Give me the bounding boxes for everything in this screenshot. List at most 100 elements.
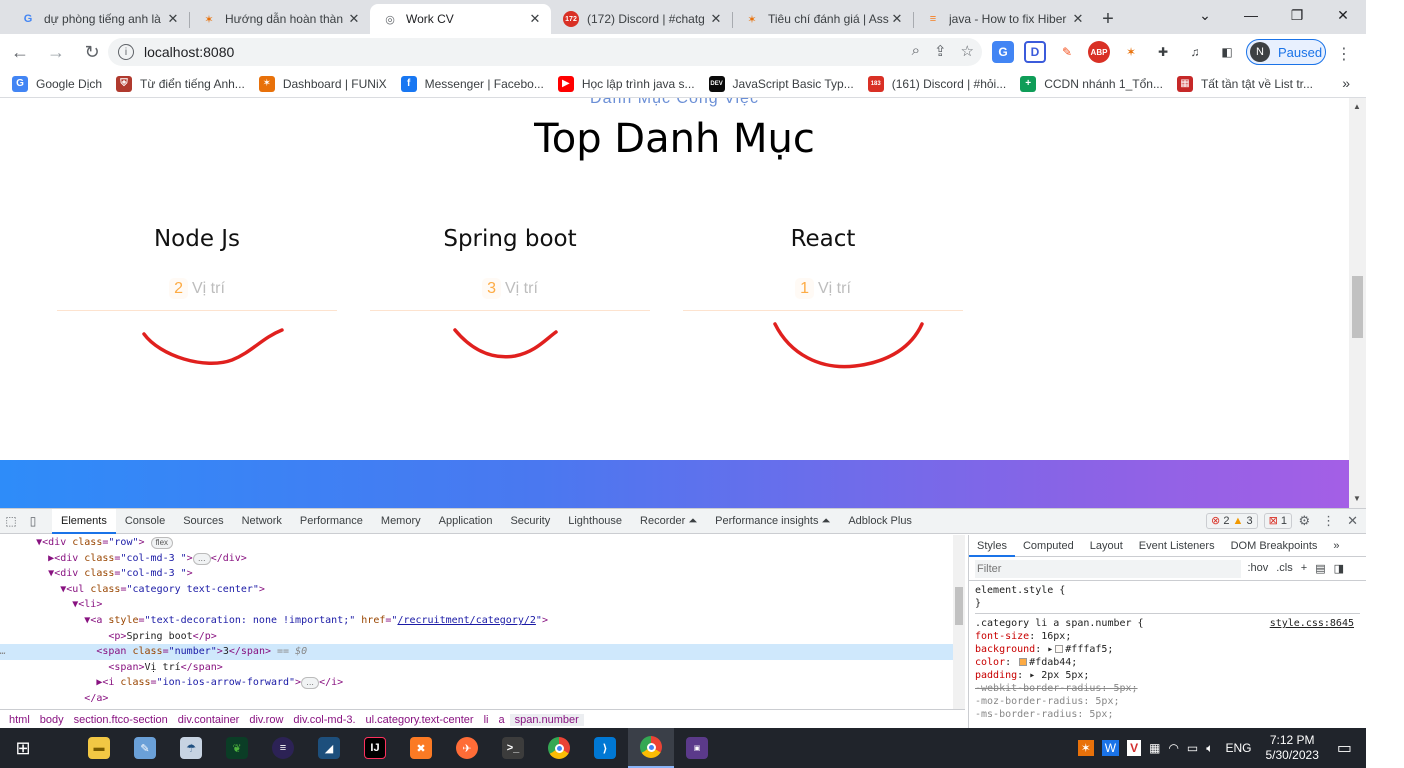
- scroll-up-icon[interactable]: ▲: [1353, 102, 1361, 111]
- device-toolbar-icon[interactable]: ▯: [22, 514, 44, 528]
- start-button[interactable]: ⊞: [0, 728, 46, 768]
- taskbar-paint[interactable]: ✎: [122, 728, 168, 768]
- language-indicator[interactable]: ENG: [1225, 741, 1251, 755]
- breadcrumb-item[interactable]: html: [4, 714, 35, 726]
- devtools-tab[interactable]: Performance: [291, 509, 372, 534]
- tray-keyboard-icon[interactable]: ▦: [1149, 741, 1160, 755]
- site-info-icon[interactable]: i: [118, 44, 134, 60]
- settings-gear-icon[interactable]: ⚙: [1298, 513, 1310, 529]
- share-icon[interactable]: ⇪: [934, 42, 947, 60]
- styles-subtab[interactable]: Event Listeners: [1131, 535, 1223, 557]
- tab-close-icon[interactable]: ✕: [708, 11, 724, 27]
- clock[interactable]: 7:12 PM 5/30/2023: [1265, 733, 1318, 763]
- tray-v-icon[interactable]: V: [1127, 740, 1142, 756]
- browser-menu-icon[interactable]: ⋮: [1336, 44, 1352, 64]
- taskbar-postman[interactable]: ✈: [444, 728, 490, 768]
- breadcrumb-item[interactable]: div.container: [173, 714, 245, 726]
- code-line-li[interactable]: ▼<li>: [0, 597, 965, 613]
- extensions-puzzle-icon[interactable]: ✚: [1152, 41, 1174, 63]
- more-tabs-icon[interactable]: »: [1325, 535, 1347, 557]
- close-devtools-icon[interactable]: ✕: [1347, 513, 1358, 529]
- forward-icon[interactable]: →: [40, 36, 72, 68]
- bookmark-item[interactable]: + CCDN nhánh 1_Tổn...: [1020, 75, 1163, 92]
- hov-toggle[interactable]: :hov: [1247, 562, 1268, 575]
- scroll-thumb[interactable]: [1352, 276, 1363, 338]
- bookmark-item[interactable]: ▶ Học lập trình java s...: [557, 75, 695, 92]
- taskbar-terminal[interactable]: >_: [490, 728, 536, 768]
- browser-tab[interactable]: 172 (172) Discord | #chatg ✕: [551, 4, 732, 34]
- cls-toggle[interactable]: .cls: [1276, 562, 1293, 575]
- taskbar-mysql-workbench[interactable]: ◢: [306, 728, 352, 768]
- code-line-row[interactable]: ▼<div class="row"> flex: [0, 535, 965, 551]
- reload-icon[interactable]: ↻: [76, 36, 108, 68]
- category-node-js[interactable]: Node Js 2 Vị trí: [57, 226, 337, 311]
- code-line-col-1[interactable]: ▶<div class="col-md-3 ">… </div>: [0, 551, 965, 567]
- devtools-tab[interactable]: Elements: [52, 508, 116, 534]
- breadcrumb-item[interactable]: span.number: [509, 713, 584, 726]
- code-line-col-2[interactable]: ▼<div class="col-md-3 ">: [0, 566, 965, 582]
- bookmark-item[interactable]: ▦ Tất tần tật về List tr...: [1176, 75, 1313, 92]
- devtools-tab[interactable]: Security: [501, 509, 559, 534]
- new-rule-button[interactable]: +: [1301, 562, 1307, 575]
- browser-tab[interactable]: ◎ Work CV ✕: [370, 4, 551, 34]
- devtools-tab[interactable]: Sources: [174, 509, 232, 534]
- bookmark-item[interactable]: DEV JavaScript Basic Typ...: [708, 75, 854, 92]
- scroll-down-icon[interactable]: ▼: [1353, 494, 1361, 503]
- elements-scroll-thumb[interactable]: [955, 587, 963, 625]
- breadcrumb-item[interactable]: body: [35, 714, 69, 726]
- bookmark-star-icon[interactable]: ☆: [961, 42, 974, 60]
- bookmark-item[interactable]: ⛨ Từ điển tiếng Anh...: [116, 75, 245, 92]
- styles-filter-input[interactable]: Filter: [975, 559, 1242, 578]
- extension-d-icon[interactable]: D: [1024, 41, 1046, 63]
- elements-tree[interactable]: ▼<div class="row"> flex ▶<div class="col…: [0, 535, 965, 718]
- styles-subtab[interactable]: Computed: [1015, 535, 1082, 557]
- sidebar-toggle-icon[interactable]: ◨: [1334, 562, 1344, 575]
- rule-selector[interactable]: .category li a span.number {style.css:86…: [975, 617, 1360, 630]
- tab-close-icon[interactable]: ✕: [527, 11, 543, 27]
- restore-icon[interactable]: ❐: [1274, 0, 1320, 30]
- adblock-plus-icon[interactable]: ABP: [1088, 41, 1110, 63]
- devtools-menu-icon[interactable]: ⋮: [1322, 513, 1335, 529]
- category-react[interactable]: React 1 Vị trí: [683, 226, 963, 311]
- styles-subtab[interactable]: Styles: [969, 535, 1015, 557]
- tab-close-icon[interactable]: ✕: [1070, 11, 1086, 27]
- notification-icon[interactable]: ▭: [1337, 738, 1352, 758]
- bookmarks-overflow-icon[interactable]: »: [1342, 75, 1350, 91]
- battery-icon[interactable]: ▭: [1187, 741, 1198, 755]
- code-line-ul[interactable]: ▼<ul class="category text-center">: [0, 582, 965, 598]
- taskbar-sourcetree[interactable]: ☂: [168, 728, 214, 768]
- taskbar-intellij[interactable]: IJ: [352, 728, 398, 768]
- taskbar-xampp[interactable]: ✖: [398, 728, 444, 768]
- devtools-tab[interactable]: Adblock Plus: [839, 509, 921, 534]
- breadcrumb-item[interactable]: div.col-md-3.: [288, 714, 360, 726]
- breadcrumb-item[interactable]: a: [493, 714, 509, 726]
- styles-subtab[interactable]: DOM Breakpoints: [1223, 535, 1326, 557]
- zoom-icon[interactable]: ⌕: [912, 42, 920, 60]
- tab-search-icon[interactable]: ⌄: [1182, 0, 1228, 30]
- devtools-tab[interactable]: Memory: [372, 509, 430, 534]
- browser-tab[interactable]: ✶ Tiêu chí đánh giá | Ass ✕: [732, 4, 913, 34]
- code-line-a-close[interactable]: </a>: [0, 691, 965, 707]
- prop-moz-radius[interactable]: -moz-border-radius: 5px;: [975, 695, 1360, 708]
- taskbar-game[interactable]: ▣: [674, 728, 720, 768]
- code-line-p[interactable]: <p>Spring boot</p>: [0, 629, 965, 645]
- tab-close-icon[interactable]: ✕: [165, 11, 181, 27]
- tray-w-icon[interactable]: W: [1101, 740, 1120, 756]
- taskbar-vscode[interactable]: ⟩: [582, 728, 628, 768]
- breadcrumb-item[interactable]: li: [479, 714, 494, 726]
- devtools-tab[interactable]: Lighthouse: [559, 509, 631, 534]
- code-line-icon[interactable]: ▶<i class="ion-ios-arrow-forward">… </i>: [0, 675, 965, 691]
- code-line-span-text[interactable]: <span>Vị trí</span>: [0, 660, 965, 676]
- close-window-icon[interactable]: ✕: [1320, 0, 1366, 30]
- tray-app-icon[interactable]: ✶: [1077, 740, 1094, 756]
- inspect-element-icon[interactable]: ⬚: [0, 514, 22, 528]
- pen-extension-icon[interactable]: ✎: [1056, 41, 1078, 63]
- volume-icon[interactable]: 🔈︎: [1206, 741, 1213, 756]
- prop-background[interactable]: background: ▸ #fffaf5;: [975, 643, 1360, 656]
- prop-padding[interactable]: padding: ▸ 2px 5px;: [975, 669, 1360, 682]
- prop-ms-radius[interactable]: -ms-border-radius: 5px;: [975, 708, 1360, 721]
- taskbar-mongodb[interactable]: ❦: [214, 728, 260, 768]
- taskbar-file-explorer[interactable]: ▬: [76, 728, 122, 768]
- tab-close-icon[interactable]: ✕: [346, 11, 362, 27]
- taskbar-eclipse[interactable]: ≡: [260, 728, 306, 768]
